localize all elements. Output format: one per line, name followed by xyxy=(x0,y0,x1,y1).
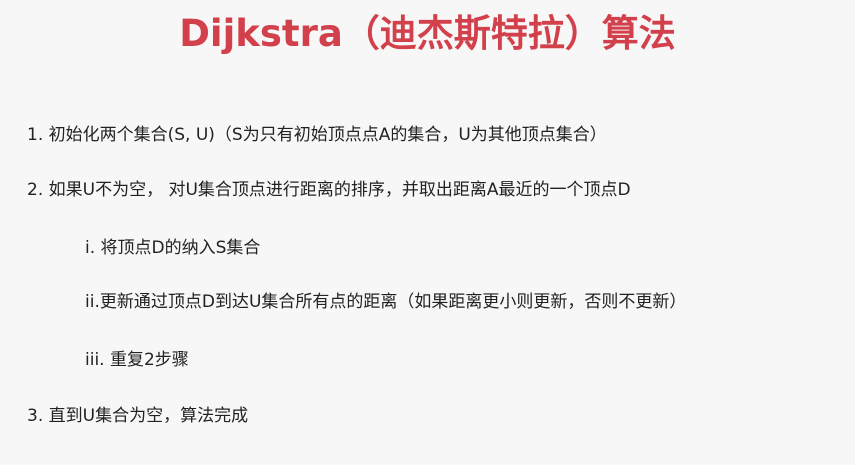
step-2-sort-distances: 2. 如果U不为空， 对U集合顶点进行距离的排序，并取出距离A最近的一个顶点D xyxy=(27,180,631,200)
substep-i-add-to-s: i. 将顶点D的纳入S集合 xyxy=(85,238,261,258)
step-1-initialize: 1. 初始化两个集合(S, U)（S为只有初始顶点点A的集合，U为其他顶点集合） xyxy=(27,125,607,145)
slide: Dijkstra（迪杰斯特拉）算法 1. 初始化两个集合(S, U)（S为只有初… xyxy=(0,0,855,465)
step-3-finish: 3. 直到U集合为空，算法完成 xyxy=(27,406,249,426)
slide-title: Dijkstra（迪杰斯特拉）算法 xyxy=(179,12,676,55)
substep-iii-repeat: iii. 重复2步骤 xyxy=(85,350,189,370)
substep-ii-update-distances: ii.更新通过顶点D到达U集合所有点的距离（如果距离更小则更新，否则不更新） xyxy=(85,292,687,312)
